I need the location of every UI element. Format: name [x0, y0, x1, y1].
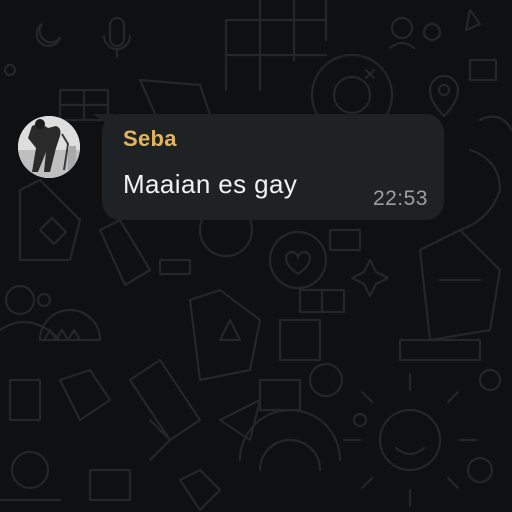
chat-wallpaper-pattern — [0, 0, 512, 512]
message-text: Maaian es gay — [123, 169, 298, 199]
chat-background: Seba Maaian es gay 22:53 — [0, 0, 512, 512]
avatar-photo — [18, 116, 80, 178]
message-row: Seba Maaian es gay 22:53 — [18, 114, 448, 220]
avatar[interactable] — [18, 116, 80, 178]
message-bubble[interactable]: Seba Maaian es gay 22:53 — [102, 114, 444, 220]
message-timestamp: 22:53 — [372, 187, 428, 210]
sender-name[interactable]: Seba — [123, 126, 177, 152]
